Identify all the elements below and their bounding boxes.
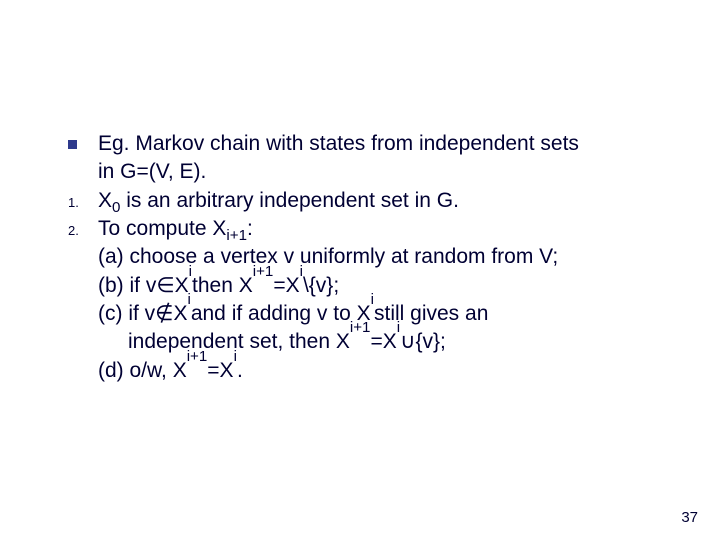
c2-p2: =X — [370, 328, 396, 356]
x0-p1: X — [98, 189, 112, 212]
compute-sub: i+1 — [226, 227, 247, 244]
bullet-item: Eg. Markov chain with states from indepe… — [40, 130, 680, 158]
a-text: (a) choose a vertex v uniformly at rando… — [98, 243, 558, 271]
eg-line1: Eg. Markov chain with states from indepe… — [98, 132, 579, 155]
d-p3: . — [237, 357, 243, 385]
number-marker-2: 2. — [40, 215, 98, 240]
compute-p1: To compute X — [98, 217, 226, 240]
square-bullet-icon — [68, 140, 77, 149]
c-p1: (c) if v∉X — [98, 300, 187, 328]
numbered-item-2: 2. To compute Xi+1: — [40, 215, 680, 243]
b-p1: (b) if v∈X — [98, 272, 189, 300]
step-b: (b) if v∈Xi then Xi+1=Xi\{v}; — [40, 272, 680, 300]
bullet-text: Eg. Markov chain with states from indepe… — [98, 130, 680, 158]
number-marker-1: 1. — [40, 187, 98, 212]
c2-p1: independent set, then X — [128, 328, 350, 356]
step-a: (a) choose a vertex v uniformly at rando… — [40, 243, 680, 271]
bullet-continuation: in G=(V, E). — [40, 158, 680, 186]
bullet-marker-col — [40, 130, 98, 149]
item2-text: To compute Xi+1: — [98, 215, 680, 243]
numbered-item-1: 1. X0 is an arbitrary independent set in… — [40, 187, 680, 215]
b-p3: =X — [273, 272, 299, 300]
step-d: (d) o/w, Xi+1=Xi. — [40, 357, 680, 385]
step-c-line2: independent set, then Xi+1=Xi∪{v}; — [40, 328, 680, 356]
c-p3: still gives an — [374, 300, 488, 328]
c2-p3: ∪{v}; — [400, 328, 446, 356]
d-p1: (d) o/w, X — [98, 357, 187, 385]
eg-line2: in G=(V, E). — [98, 158, 206, 186]
c-p2: and if adding v to X — [191, 300, 371, 328]
d-p2: =X — [207, 357, 233, 385]
compute-p2: : — [247, 217, 253, 240]
b-p4: \{v}; — [303, 272, 339, 300]
page-number: 37 — [681, 509, 698, 526]
item1-text: X0 is an arbitrary independent set in G. — [98, 187, 680, 215]
x0-p2: is an arbitrary independent set in G. — [120, 189, 459, 212]
b-p2: then X — [192, 272, 253, 300]
slide-content: Eg. Markov chain with states from indepe… — [0, 0, 720, 385]
